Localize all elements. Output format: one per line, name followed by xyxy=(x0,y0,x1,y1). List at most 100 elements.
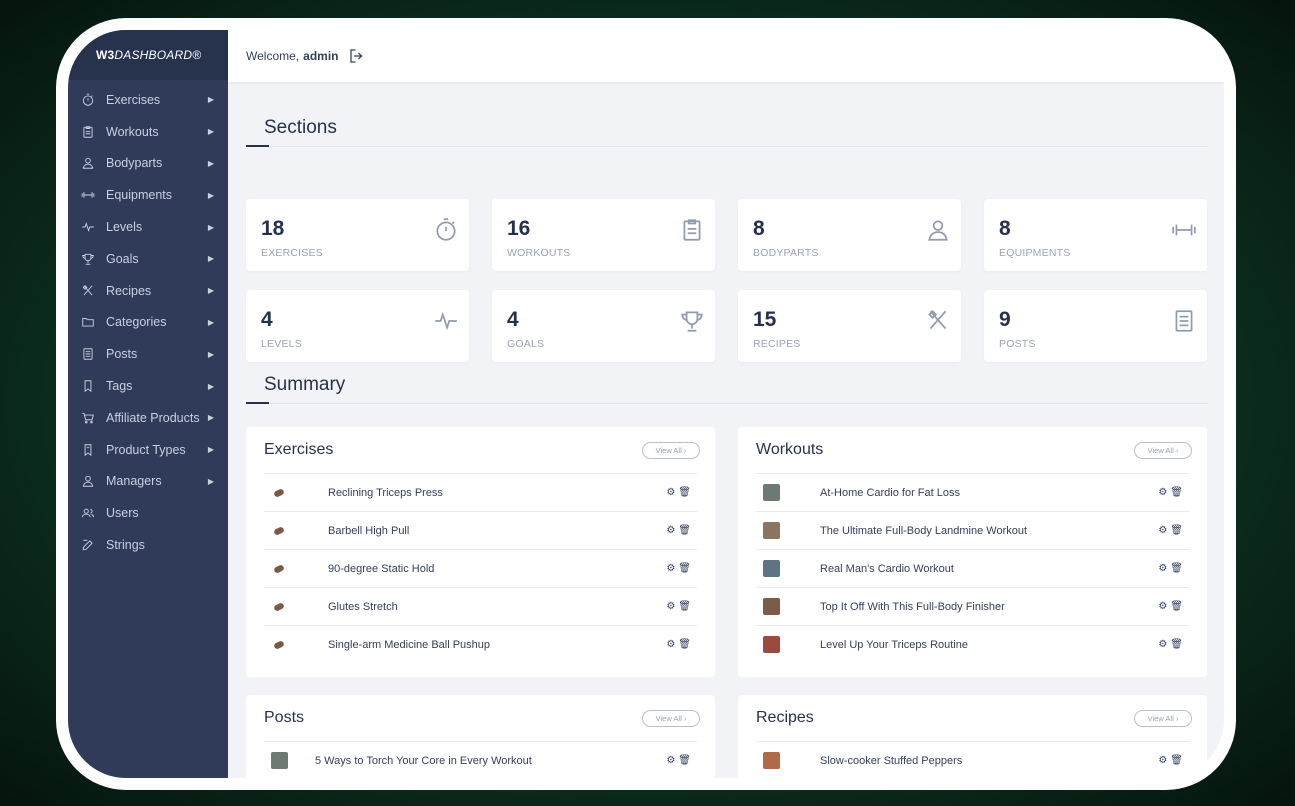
gear-icon[interactable]: ⚙ xyxy=(666,639,675,650)
list-item[interactable]: The Ultimate Full-Body Landmine Workout ⚙… xyxy=(756,511,1189,549)
sidebar-item-strings[interactable]: Strings xyxy=(68,529,228,561)
sidebar-item-goals[interactable]: Goals ▶ xyxy=(68,243,228,275)
top-header: Welcome, admin xyxy=(228,30,1224,82)
item-title[interactable]: The Ultimate Full-Body Landmine Workout xyxy=(820,525,1158,537)
sidebar-item-recipes[interactable]: Recipes ▶ xyxy=(68,275,228,307)
brand-logo[interactable]: W3 DASHBOARD® xyxy=(68,30,228,80)
section-label: LEVELS xyxy=(261,338,302,350)
item-title[interactable]: At-Home Cardio for Fat Loss xyxy=(820,487,1158,499)
trash-icon[interactable]: 🗑 xyxy=(1170,487,1183,498)
list-item[interactable]: 90-degree Static Hold ⚙ 🗑 xyxy=(264,549,697,587)
sidebar-item-bodyparts[interactable]: Bodyparts ▶ xyxy=(68,148,228,180)
item-title[interactable]: Single-arm Medicine Ball Pushup xyxy=(328,639,666,651)
trash-icon[interactable]: 🗑 xyxy=(678,639,691,650)
sidebar-item-managers[interactable]: Managers ▶ xyxy=(68,466,228,498)
trash-icon[interactable]: 🗑 xyxy=(678,487,691,498)
trash-icon[interactable]: 🗑 xyxy=(678,563,691,574)
gear-icon[interactable]: ⚙ xyxy=(666,563,675,574)
dumbbell-icon xyxy=(1171,217,1197,243)
sidebar: W3 DASHBOARD® Exercises ▶ Workouts ▶ Bodypart… xyxy=(68,30,228,778)
main-content: Sections 18 EXERCISES 16 WORKOUTS 8 BODYPARTS… xyxy=(228,82,1224,778)
list-item[interactable]: Barbell High Pull ⚙ 🗑 xyxy=(264,511,697,549)
chevron-right-icon: ▶ xyxy=(207,95,214,105)
gear-icon[interactable]: ⚙ xyxy=(1158,525,1167,536)
item-title[interactable]: Level Up Your Triceps Routine xyxy=(820,639,1158,651)
sidebar-item-exercises[interactable]: Exercises ▶ xyxy=(68,84,228,116)
utensils-icon xyxy=(925,308,951,334)
list-item[interactable]: Real Man's Cardio Workout ⚙ 🗑 xyxy=(756,549,1189,587)
gear-icon[interactable]: ⚙ xyxy=(1158,639,1167,650)
trash-icon[interactable]: 🗑 xyxy=(1170,755,1183,766)
item-title[interactable]: Slow-cooker Stuffed Peppers xyxy=(820,755,1158,767)
item-title[interactable]: Top It Off With This Full-Body Finisher xyxy=(820,601,1158,613)
sidebar-item-label: Product Types xyxy=(106,442,186,457)
sidebar-item-affiliate-products[interactable]: Affiliate Products ▶ xyxy=(68,402,228,434)
sidebar-item-label: Users xyxy=(106,506,139,521)
section-card-goals[interactable]: 4 GOALS xyxy=(492,290,715,362)
item-title[interactable]: Barbell High Pull xyxy=(328,525,666,537)
item-title[interactable]: 90-degree Static Hold xyxy=(328,563,666,575)
section-card-posts[interactable]: 9 POSTS xyxy=(984,290,1207,362)
gear-icon[interactable]: ⚙ xyxy=(666,525,675,536)
trash-icon[interactable]: 🗑 xyxy=(1170,601,1183,612)
list-item[interactable]: Reclining Triceps Press ⚙ 🗑 xyxy=(264,473,697,511)
list-item[interactable]: 5 Ways to Torch Your Core in Every Worko… xyxy=(264,741,697,778)
item-title[interactable]: Glutes Stretch xyxy=(328,601,666,613)
sidebar-item-tags[interactable]: Tags ▶ xyxy=(68,370,228,402)
gear-icon[interactable]: ⚙ xyxy=(666,755,675,766)
gear-icon[interactable]: ⚙ xyxy=(666,601,675,612)
section-card-levels[interactable]: 4 LEVELS xyxy=(246,290,469,362)
list-item[interactable]: Single-arm Medicine Ball Pushup ⚙ 🗑 xyxy=(264,625,697,663)
exercises-view-all-button[interactable]: View All › xyxy=(642,442,700,459)
section-card-bodyparts[interactable]: 8 BODYPARTS xyxy=(738,199,961,271)
section-card-recipes[interactable]: 15 RECIPES xyxy=(738,290,961,362)
sidebar-item-label: Tags xyxy=(106,379,133,394)
list-item[interactable]: Slow-cooker Stuffed Peppers ⚙ 🗑 xyxy=(756,741,1189,778)
trash-icon[interactable]: 🗑 xyxy=(1170,525,1183,536)
trash-icon[interactable]: 🗑 xyxy=(1170,639,1183,650)
sidebar-item-users[interactable]: Users xyxy=(68,497,228,529)
recipes-view-all-button[interactable]: View All › xyxy=(1134,710,1192,727)
exercise-thumbnail xyxy=(271,636,288,653)
list-item[interactable]: Top It Off With This Full-Body Finisher ⚙… xyxy=(756,587,1189,625)
gear-icon[interactable]: ⚙ xyxy=(1158,487,1167,498)
list-item[interactable]: Level Up Your Triceps Routine ⚙ 🗑 xyxy=(756,625,1189,663)
section-count: 8 xyxy=(753,217,765,240)
item-title[interactable]: 5 Ways to Torch Your Core in Every Worko… xyxy=(315,755,666,767)
dashboard-app: W3 DASHBOARD® Exercises ▶ Workouts ▶ Bodypart… xyxy=(68,30,1224,778)
item-actions: ⚙ 🗑 xyxy=(1158,601,1183,612)
sidebar-item-workouts[interactable]: Workouts ▶ xyxy=(68,116,228,148)
sidebar-item-levels[interactable]: Levels ▶ xyxy=(68,211,228,243)
gear-icon[interactable]: ⚙ xyxy=(1158,563,1167,574)
posts-view-all-button[interactable]: View All › xyxy=(642,710,700,727)
sidebar-item-posts[interactable]: Posts ▶ xyxy=(68,338,228,370)
item-actions: ⚙ 🗑 xyxy=(666,639,691,650)
exercise-thumbnail xyxy=(271,560,288,577)
section-card-exercises[interactable]: 18 EXERCISES xyxy=(246,199,469,271)
sidebar-item-product-types[interactable]: Product Types ▶ xyxy=(68,434,228,466)
section-card-workouts[interactable]: 16 WORKOUTS xyxy=(492,199,715,271)
list-item[interactable]: Glutes Stretch ⚙ 🗑 xyxy=(264,587,697,625)
section-card-equipments[interactable]: 8 EQUIPMENTS xyxy=(984,199,1207,271)
sidebar-item-equipments[interactable]: Equipments ▶ xyxy=(68,179,228,211)
workouts-view-all-button[interactable]: View All › xyxy=(1134,442,1192,459)
workouts-panel: Workouts View All › At-Home Cardio for F… xyxy=(738,427,1207,677)
item-title[interactable]: Reclining Triceps Press xyxy=(328,487,666,499)
logout-icon[interactable] xyxy=(348,47,366,65)
item-thumbnail xyxy=(763,636,780,653)
sidebar-item-label: Recipes xyxy=(106,283,152,298)
item-title[interactable]: Real Man's Cardio Workout xyxy=(820,563,1158,575)
gear-icon[interactable]: ⚙ xyxy=(1158,601,1167,612)
sidebar-item-label: Posts xyxy=(106,347,138,362)
gear-icon[interactable]: ⚙ xyxy=(1158,755,1167,766)
stopwatch-icon xyxy=(433,217,459,243)
trash-icon[interactable]: 🗑 xyxy=(678,601,691,612)
gear-icon[interactable]: ⚙ xyxy=(666,487,675,498)
list-item[interactable]: At-Home Cardio for Fat Loss ⚙ 🗑 xyxy=(756,473,1189,511)
sidebar-item-categories[interactable]: Categories ▶ xyxy=(68,307,228,339)
trash-icon[interactable]: 🗑 xyxy=(678,525,691,536)
trash-icon[interactable]: 🗑 xyxy=(678,755,691,766)
trash-icon[interactable]: 🗑 xyxy=(1170,563,1183,574)
sidebar-item-label: Categories xyxy=(106,315,167,330)
sections-accent xyxy=(246,145,269,147)
